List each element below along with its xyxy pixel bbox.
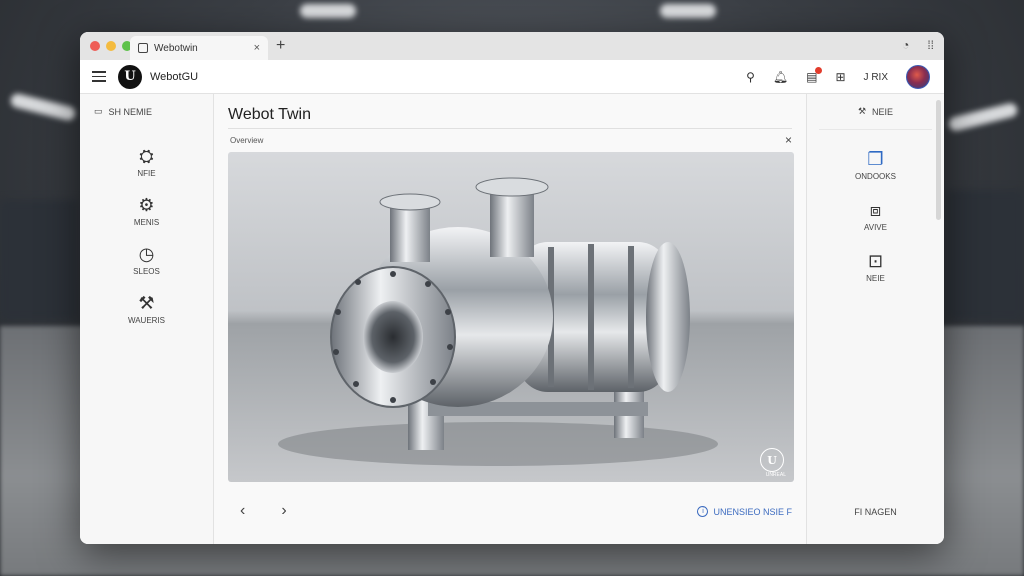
grid-icon[interactable]: ⁞⁞ <box>927 38 934 52</box>
engine-logo-text: UNREAL <box>765 472 786 478</box>
right-sidebar-header[interactable]: ⚒ NEIE <box>819 94 932 130</box>
main-content: Webot Twin Overview × U UNREAL ‹ › i UNE… <box>214 94 806 544</box>
page-title: Webot Twin <box>228 106 312 123</box>
right-item-2[interactable]: ⧈ AVIVE <box>807 199 944 232</box>
background-shelf <box>946 190 1024 320</box>
pager: ‹ › <box>240 502 287 520</box>
divider <box>228 128 792 129</box>
title-bar: Webotwin × + ◔ ⁞⁞ <box>80 32 944 60</box>
tools-icon: ⚒ <box>857 106 867 116</box>
sidebar-item-4[interactable]: ⚒ WAUERIS <box>80 292 213 325</box>
right-sidebar: ⚒ NEIE ❐ ONDOOKS ⧈ AVIVE ⊡ NEIE FI NAGEN <box>806 94 944 544</box>
browser-window: Webotwin × + ◔ ⁞⁞ U WebotGU ⚲ 🔔︎ ▤ ⊞ J R… <box>80 32 944 544</box>
section-label: Overview <box>230 136 264 145</box>
background-shelf <box>0 200 78 320</box>
right-item-label: ONDOOKS <box>855 172 896 181</box>
close-window-button[interactable] <box>90 41 100 51</box>
next-button[interactable]: › <box>281 502 286 520</box>
avatar[interactable] <box>906 65 930 89</box>
sidebar-item-3[interactable]: ◷ SLEOS <box>80 243 213 276</box>
right-item-1[interactable]: ❐ ONDOOKS <box>807 148 944 181</box>
right-footer-action[interactable]: FI NAGEN <box>807 507 944 517</box>
app-title: WebotGU <box>150 70 199 83</box>
ceiling-light <box>9 92 77 122</box>
info-icon: i <box>697 506 709 517</box>
notification-icon[interactable]: ▤ <box>806 67 823 84</box>
bell-icon[interactable]: 🔔︎ <box>773 70 788 84</box>
engine-logo: U <box>760 448 784 472</box>
sidebar-item-label: NFIE <box>137 169 156 178</box>
box-icon: ⊡ <box>867 251 884 271</box>
tab-close-button[interactable]: × <box>254 42 260 54</box>
wrench-icon: ⚒ <box>138 293 155 313</box>
pump-model <box>278 177 718 466</box>
menu-icon[interactable] <box>92 71 106 82</box>
3d-viewer[interactable]: U UNREAL <box>228 152 794 482</box>
right-item-3[interactable]: ⊡ NEIE <box>807 250 944 283</box>
tab-title: Webotwin <box>154 42 198 54</box>
apps-icon[interactable]: ⊞ <box>835 70 845 84</box>
sidebar-item-label: SLEOS <box>133 267 160 276</box>
gear-icon: ⚙ <box>138 195 155 215</box>
left-sidebar: ▭ SH NEMIE ⛭ NFIE ⚙ MENIS ◷ SLEOS ⚒ WAUE… <box>80 94 214 544</box>
list-icon: ▭ <box>94 106 103 116</box>
status-link-text: UNENSIEO NSIE F <box>713 506 792 517</box>
app-toolbar: U WebotGU ⚲ 🔔︎ ▤ ⊞ J RIX <box>80 60 944 94</box>
document-icon: ❐ <box>867 149 884 169</box>
sidebar-item-1[interactable]: ⛭ NFIE <box>80 145 213 178</box>
ceiling-light <box>947 101 1019 133</box>
left-sidebar-header[interactable]: ▭ SH NEMIE <box>80 94 213 129</box>
new-tab-button[interactable]: + <box>276 37 285 55</box>
previous-button[interactable]: ‹ <box>240 502 245 520</box>
notification-badge <box>815 67 823 74</box>
right-item-label: NEIE <box>866 274 885 283</box>
user-label: J RIX <box>863 71 888 83</box>
scrollbar[interactable] <box>936 100 941 220</box>
right-sidebar-title: NEIE <box>872 106 894 117</box>
sidebar-item-label: WAUERIS <box>127 316 166 325</box>
app-logo: U <box>118 64 142 89</box>
browser-tab[interactable]: Webotwin × <box>130 36 268 60</box>
location-pin-icon[interactable]: ⚲ <box>746 70 755 84</box>
sidebar-item-2[interactable]: ⚙ MENIS <box>80 194 213 227</box>
minimize-window-button[interactable] <box>106 41 116 51</box>
right-item-label: AVIVE <box>864 223 887 232</box>
sidebar-item-label: MENIS <box>133 218 160 227</box>
page-icon <box>138 43 148 53</box>
ceiling-light <box>660 4 716 18</box>
ceiling-light <box>300 4 356 18</box>
pump-icon: ⛭ <box>139 146 154 166</box>
status-link[interactable]: i UNENSIEO NSIE F <box>697 506 792 517</box>
left-sidebar-title: SH NEMIE <box>108 106 153 117</box>
close-panel-button[interactable]: × <box>785 133 792 147</box>
cube-icon: ⧈ <box>869 200 882 220</box>
gauge-icon: ◷ <box>138 244 155 264</box>
shield-icon[interactable]: ◔ <box>902 38 909 52</box>
